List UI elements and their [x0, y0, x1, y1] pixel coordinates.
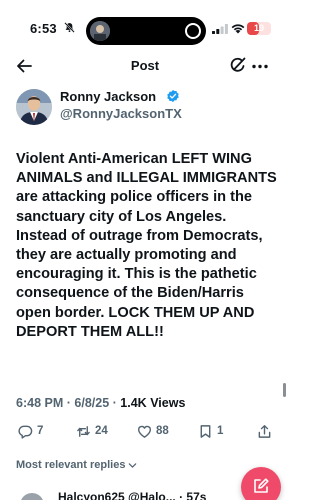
- bookmark-icon: [200, 424, 211, 438]
- repost-button[interactable]: 24: [76, 422, 108, 440]
- chevron-down-icon: [129, 462, 137, 468]
- signal-icon: [212, 24, 228, 34]
- status-bar: 6:53 19: [0, 0, 290, 45]
- like-count: 88: [156, 425, 169, 437]
- author-name[interactable]: Ronny Jackson: [60, 89, 156, 104]
- scrollbar-thumb[interactable]: [283, 383, 286, 397]
- compose-icon: [254, 478, 269, 493]
- bookmark-count: 1: [217, 425, 224, 437]
- replies-sort-dropdown[interactable]: Most relevant replies: [16, 459, 137, 471]
- share-button[interactable]: [257, 422, 272, 440]
- status-time: 6:53: [30, 21, 57, 36]
- bell-off-icon: [64, 22, 75, 33]
- verified-badge-icon: [167, 89, 179, 103]
- dynamic-island[interactable]: [86, 17, 206, 45]
- views-label[interactable]: Views: [150, 396, 185, 410]
- bookmark-button[interactable]: 1: [198, 422, 223, 440]
- battery-indicator: 19: [247, 22, 271, 35]
- grok-icon[interactable]: [229, 57, 246, 74]
- meta-separator: ·: [112, 396, 117, 410]
- post-screen: 6:53 19 Post Ronny Jackson @RonnyJackson…: [0, 0, 290, 500]
- share-icon: [258, 424, 271, 438]
- action-bar: 7 24 88 1: [0, 422, 290, 442]
- reply-preview[interactable]: Halcyon625 @Halo... · 57s: [16, 490, 246, 500]
- post-meta: 6:48 PM · 6/8/25 · 1.4K Views: [16, 396, 185, 410]
- compose-button[interactable]: [241, 467, 281, 500]
- reply-preview-text: Halcyon625 @Halo... · 57s: [58, 490, 207, 500]
- author-avatar[interactable]: [16, 89, 52, 125]
- reply-count: 7: [37, 425, 44, 437]
- island-ring-icon: [185, 23, 201, 39]
- wifi-icon: [231, 24, 245, 34]
- replies-sort-label: Most relevant replies: [16, 459, 126, 471]
- heart-icon: [137, 425, 152, 438]
- repost-count: 24: [95, 425, 108, 437]
- author-handle[interactable]: @RonnyJacksonTX: [60, 106, 182, 121]
- views-count[interactable]: 1.4K: [120, 396, 146, 410]
- post-text: Violent Anti-American LEFT WING ANIMALS …: [16, 151, 277, 340]
- top-nav: Post: [0, 52, 290, 80]
- page-title: Post: [130, 58, 160, 73]
- post-date: 6/8/25: [74, 396, 110, 410]
- reply-button[interactable]: 7: [18, 422, 43, 440]
- reply-avatar: [20, 493, 44, 500]
- battery-level: 19: [253, 23, 264, 33]
- more-horizontal-icon[interactable]: [252, 64, 268, 69]
- meta-separator: ·: [66, 396, 71, 410]
- like-button[interactable]: 88: [137, 422, 169, 440]
- reply-bubble-icon: [18, 425, 33, 439]
- island-avatar: [90, 21, 110, 41]
- repost-icon: [77, 425, 90, 437]
- post-time: 6:48 PM: [16, 396, 64, 410]
